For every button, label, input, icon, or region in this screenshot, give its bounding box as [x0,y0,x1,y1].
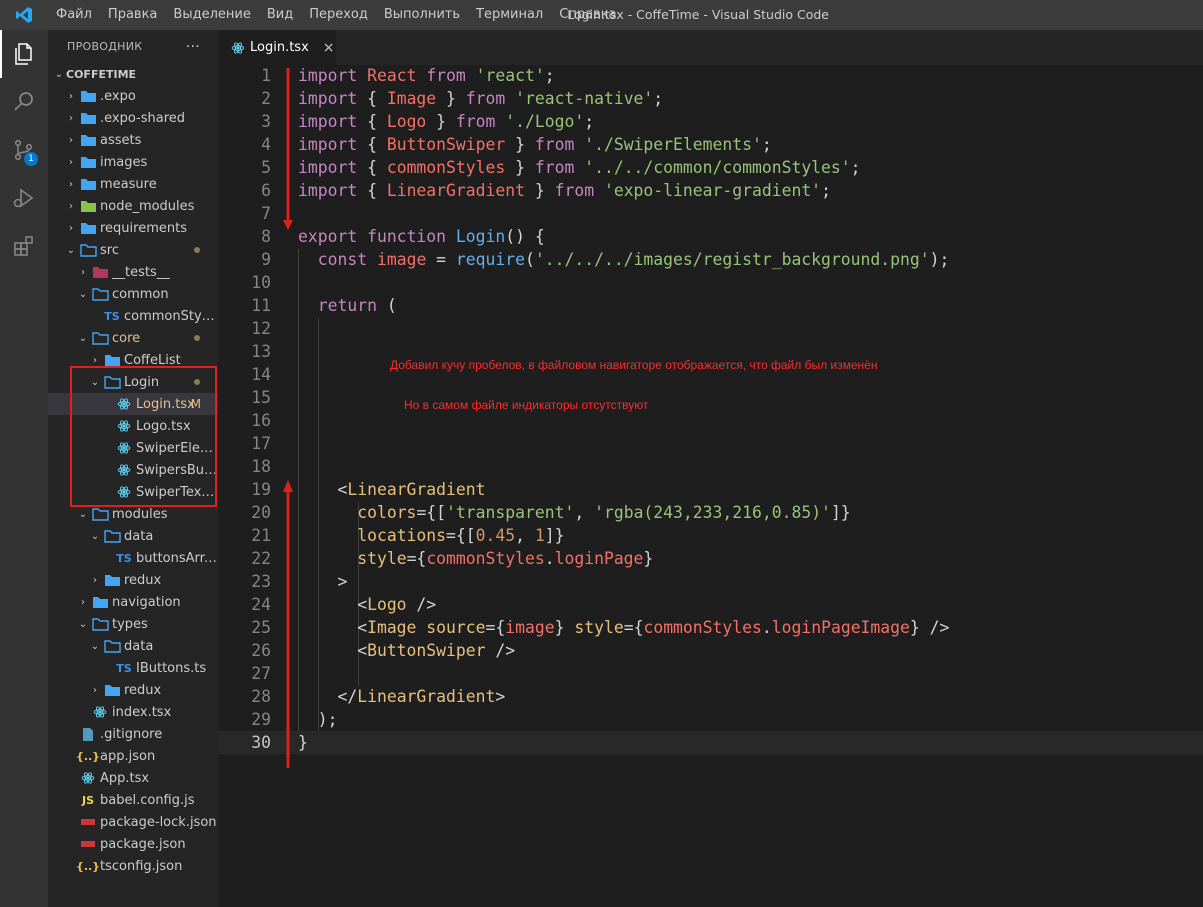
arrow-up-head [283,480,293,492]
annotation-text-2: Но в самом файле индикаторы отсутствуют [404,398,649,412]
annotation-arrows [283,68,293,768]
arrow-down-head [283,220,293,230]
annotation-text-1: Добавил кучу пробелов, в файловом навига… [390,358,878,372]
